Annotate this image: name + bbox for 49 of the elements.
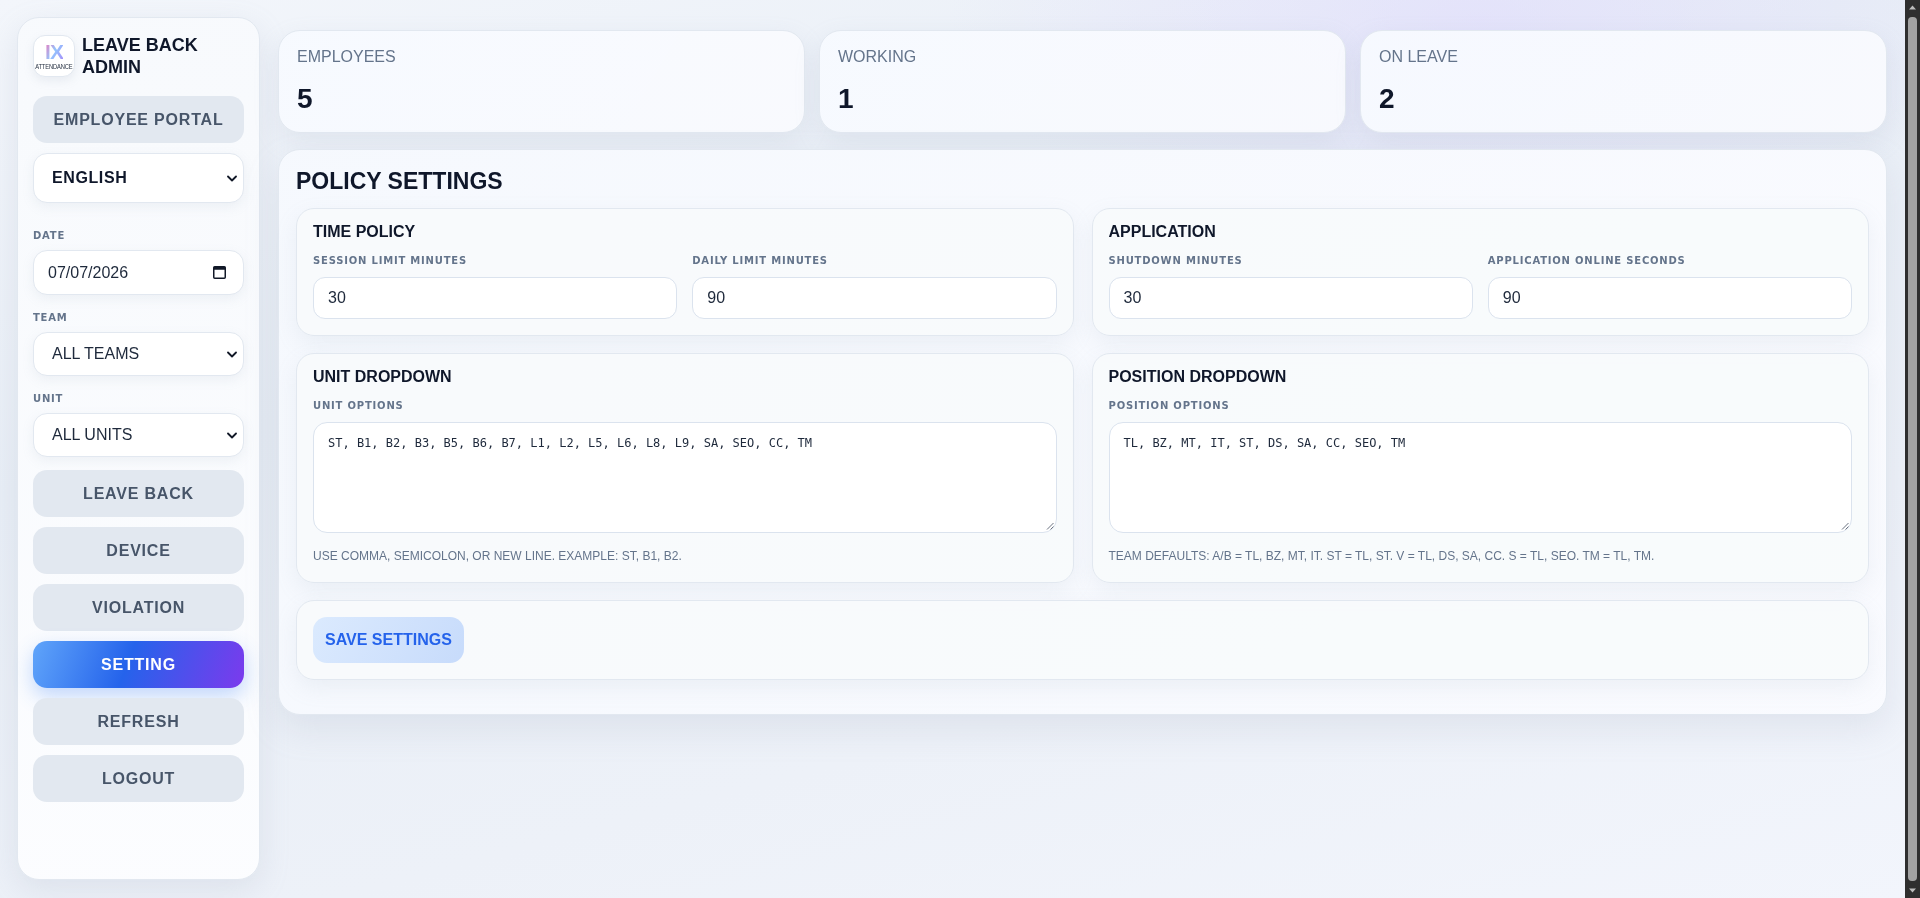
field-label: DATE	[33, 229, 67, 243]
portal-button[interactable]: EMPLOYEE PORTAL	[33, 96, 244, 143]
input-field[interactable]: 30	[1108, 277, 1473, 319]
stat-label: EMPLOYEES	[297, 48, 397, 66]
input-field[interactable]: 90	[692, 277, 1057, 319]
scrollbar-thumb[interactable]	[1908, 17, 1917, 881]
input-field[interactable]: 90	[1487, 277, 1852, 319]
stat-value: 5	[297, 83, 314, 115]
input-field[interactable]: 30	[313, 277, 678, 319]
nav-button[interactable]: REFRESH	[33, 698, 244, 745]
chevron-down-icon	[227, 174, 237, 182]
nav-button[interactable]: VIOLATION	[33, 584, 244, 631]
date-input[interactable]: 07/07/2026	[33, 250, 244, 295]
field-label: POSITION OPTIONS	[1108, 399, 1231, 413]
stat-value: 1	[838, 83, 855, 115]
stat-label: ON LEAVE	[1379, 48, 1459, 66]
dropdown-select[interactable]: ALL UNITS	[33, 413, 244, 457]
field-label: TEAM	[33, 311, 69, 325]
nav-button[interactable]: DEVICE	[33, 527, 244, 574]
section-title: APPLICATION	[1108, 222, 1217, 242]
chevron-down-icon	[227, 431, 237, 439]
nav-button[interactable]: LEAVE BACK	[33, 470, 244, 517]
chevron-down-icon	[227, 350, 237, 358]
field-label: DAILY LIMIT MINUTES	[692, 254, 829, 268]
resize-grip-icon[interactable]	[1841, 522, 1849, 530]
stat-value: 2	[1379, 83, 1396, 115]
field-label: UNIT	[33, 392, 65, 406]
field-label: APPLICATION ONLINE SECONDS	[1487, 254, 1687, 268]
app-title: LEAVE BACK ADMIN	[82, 34, 199, 78]
resize-grip-icon[interactable]	[1045, 522, 1054, 530]
textarea-field[interactable]: ST, B1, B2, B3, B5, B6, B7, L1, L2, L5, L6, L8, L9, SA, SEO, CC, TM	[313, 422, 1057, 533]
field-label: UNIT OPTIONS	[313, 399, 405, 413]
section-title: UNIT DROPDOWN	[313, 367, 453, 387]
stat-label: WORKING	[838, 48, 918, 66]
save-button[interactable]: SAVE SETTINGS	[313, 617, 464, 663]
section-title: POSITION DROPDOWN	[1108, 367, 1288, 387]
textarea-field[interactable]: TL, BZ, MT, IT, ST, DS, SA, CC, SEO, TM	[1108, 422, 1852, 533]
dropdown-select[interactable]: ALL TEAMS	[33, 332, 244, 376]
nav-button[interactable]: SETTING	[33, 641, 244, 688]
section-title: TIME POLICY	[313, 222, 417, 242]
nav-button[interactable]: LOGOUT	[33, 755, 244, 802]
language-select[interactable]: ENGLISH	[33, 153, 244, 203]
panel-title: POLICY SETTINGS	[296, 167, 504, 195]
field-label: SHUTDOWN MINUTES	[1108, 254, 1244, 268]
logo-caption: ATTENDANCE	[35, 62, 73, 71]
calendar-icon[interactable]	[213, 266, 226, 279]
hint-text: USE COMMA, SEMICOLON, OR NEW LINE. EXAMPLE: ST, B1, B2.	[313, 549, 683, 564]
hint-text: TEAM DEFAULTS: A/B = TL, BZ, MT, IT. ST = TL, ST. V = TL, DS, SA, CC. S = TL, SEO. TM = TL, TM.	[1108, 549, 1656, 564]
field-label: SESSION LIMIT MINUTES	[313, 254, 468, 268]
